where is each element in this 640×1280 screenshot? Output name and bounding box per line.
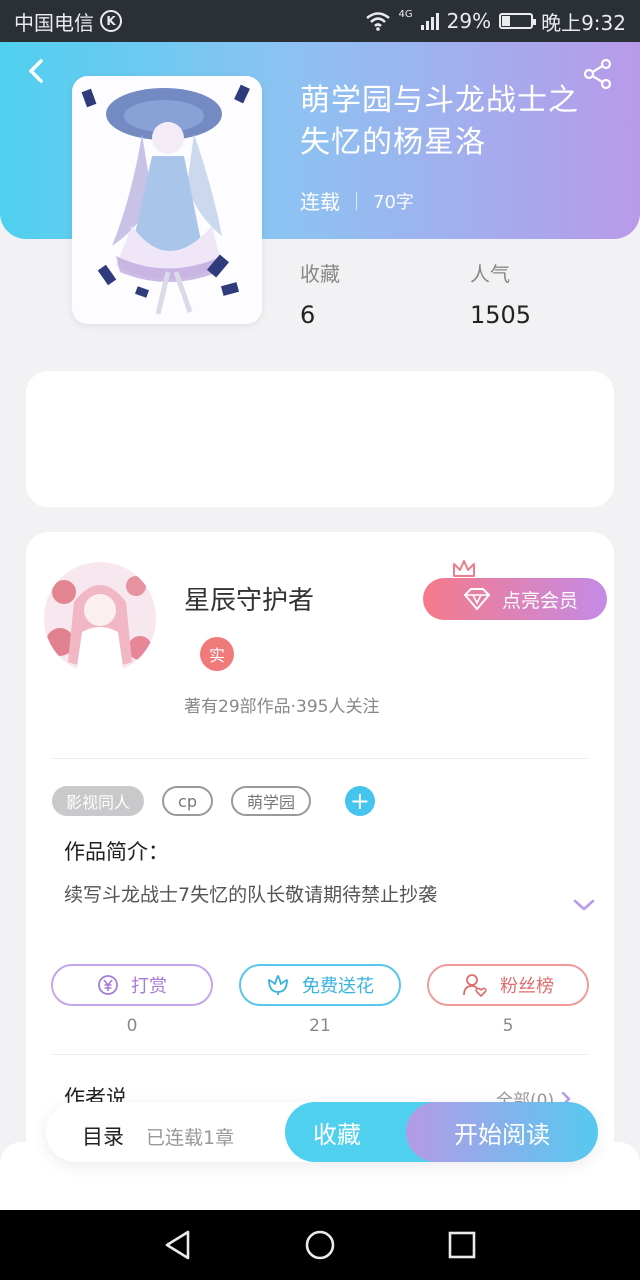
tag-list: 影视同人 cp 萌学园 +	[52, 786, 375, 816]
stat-label: 人气	[470, 262, 510, 286]
empty-card	[26, 371, 614, 507]
tip-count: 0	[126, 1016, 138, 1036]
flower-count: 21	[309, 1016, 331, 1036]
author-name[interactable]: 星辰守护者	[184, 580, 314, 617]
fans-count: 5	[502, 1016, 514, 1036]
avatar-illustration	[44, 562, 156, 674]
circle-home-icon	[305, 1230, 335, 1260]
chevron-down-icon	[573, 899, 595, 911]
verified-badge: 实	[200, 637, 234, 671]
add-tag-button[interactable]: +	[344, 786, 375, 816]
battery-percent: 29%	[446, 9, 492, 33]
tip-label: 打赏	[131, 976, 167, 997]
yen-icon	[98, 975, 118, 995]
divider	[52, 1054, 588, 1055]
stat-value: 6	[300, 301, 316, 329]
stat-favorites: 收藏 6	[300, 258, 340, 329]
vip-label: 点亮会员	[501, 589, 578, 612]
chapter-count: 已连载1章	[146, 1127, 235, 1149]
book-status: 连载	[300, 190, 340, 214]
cover-illustration	[72, 76, 262, 324]
diamond-icon	[463, 588, 490, 610]
wifi-icon	[365, 12, 390, 31]
send-flower-label: 免费送花	[302, 976, 374, 997]
divider	[52, 758, 588, 759]
fan-ranking-button[interactable]: 粉丝榜	[427, 964, 589, 1006]
vip-button[interactable]: 点亮会员	[423, 578, 607, 620]
flower-icon	[268, 975, 288, 995]
square-recents-icon	[448, 1231, 476, 1259]
clock: 晚上9:32	[541, 10, 626, 35]
tag-item[interactable]: 影视同人	[52, 786, 145, 816]
tip-button[interactable]: 打赏	[51, 964, 213, 1006]
book-title: 萌学园与斗龙战士之失忆的杨星洛	[300, 83, 579, 160]
nav-recents-button[interactable]	[440, 1223, 484, 1267]
stat-label: 收藏	[300, 262, 340, 286]
expand-intro-button[interactable]	[570, 894, 598, 916]
book-cover[interactable]	[72, 76, 262, 324]
intro-text: 续写斗龙战士7失忆的队长敬请期待禁止抄袭	[64, 884, 438, 906]
fan-ranking-label: 粉丝榜	[500, 976, 554, 997]
send-flower-button[interactable]: 免费送花	[239, 964, 401, 1006]
author-summary: 著有29部作品·395人关注	[184, 697, 380, 717]
battery-icon	[499, 13, 537, 29]
triangle-back-icon	[165, 1230, 190, 1260]
nav-home-button[interactable]	[298, 1223, 342, 1267]
table-of-contents-button[interactable]: 目录	[82, 1121, 124, 1151]
start-reading-button[interactable]: 开始阅读	[406, 1102, 598, 1162]
book-word-count: 70字	[373, 191, 414, 213]
collect-label: 收藏	[313, 1120, 361, 1149]
stat-value: 1505	[470, 301, 532, 329]
status-bar: 中国电信 K 4G 29% 晚上9:32	[0, 0, 640, 42]
network-type: 4G	[398, 8, 413, 20]
stat-popularity: 人气 1505	[470, 258, 531, 329]
tag-item[interactable]: cp	[162, 786, 213, 816]
signal-icon	[420, 12, 439, 30]
fans-icon	[463, 974, 487, 997]
intro-label: 作品简介：	[64, 840, 169, 864]
carrier-name: 中国电信	[14, 10, 94, 35]
crown-icon	[453, 560, 475, 577]
tag-item[interactable]: 萌学园	[230, 786, 311, 816]
book-meta: 连载 70字	[300, 186, 414, 215]
start-reading-label: 开始阅读	[454, 1120, 550, 1149]
chevron-left-icon	[29, 59, 43, 83]
nav-back-button[interactable]	[156, 1223, 200, 1267]
carrier-k-icon: K	[100, 10, 122, 32]
author-avatar[interactable]	[44, 562, 156, 674]
meta-divider	[356, 191, 357, 210]
back-button[interactable]	[22, 56, 52, 86]
